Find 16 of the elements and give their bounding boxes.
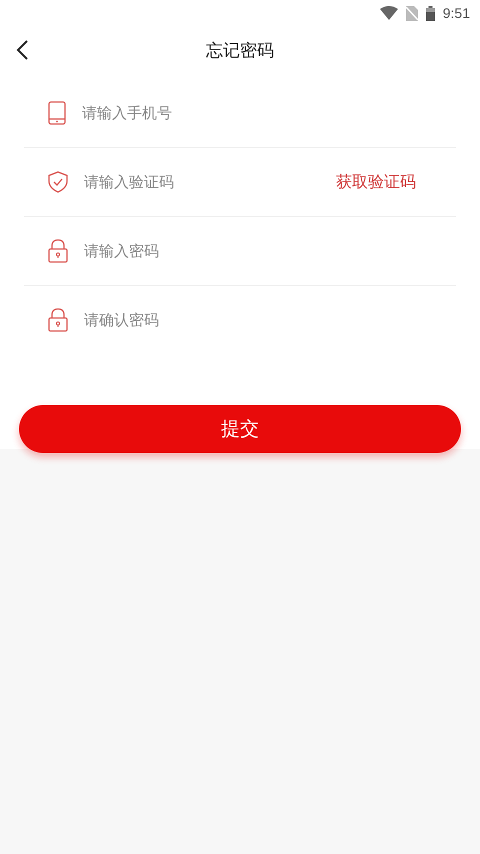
wifi-icon — [380, 6, 398, 20]
status-time: 9:51 — [442, 5, 470, 21]
page-title: 忘记密码 — [206, 40, 274, 62]
input-field[interactable]: 请输入验证码 — [84, 173, 320, 191]
get-code-link[interactable]: 获取验证码 — [336, 172, 416, 192]
shield-icon — [48, 171, 68, 193]
back-icon[interactable] — [16, 40, 28, 60]
no-sim-icon — [406, 6, 418, 20]
phone-icon — [48, 100, 66, 124]
input-field[interactable]: 请输入手机号 — [82, 104, 416, 122]
submit-button[interactable]: 提交 — [19, 405, 461, 453]
lock-icon — [48, 308, 68, 332]
input-field[interactable]: 请确认密码 — [84, 311, 416, 329]
lock-icon — [48, 239, 68, 263]
battery-icon — [426, 6, 435, 20]
input-field[interactable]: 请输入密码 — [84, 242, 416, 260]
